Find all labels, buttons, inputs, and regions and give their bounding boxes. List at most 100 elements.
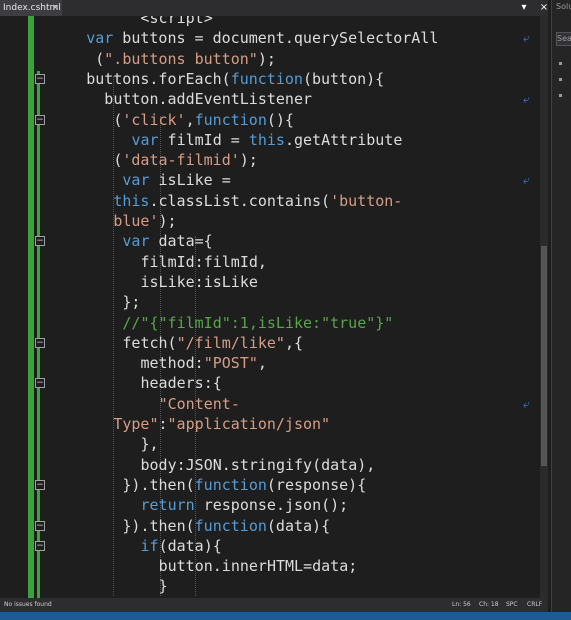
tab-index-cshtml[interactable]: Index.cshtml × <box>0 0 62 16</box>
code-token: headers:{ <box>140 374 222 393</box>
whitespace-indicator[interactable]: SPC <box>506 598 518 612</box>
code-line[interactable]: ('data-filmid'); <box>113 150 258 170</box>
keyword-token: var <box>122 232 150 251</box>
bottom-status-strip <box>0 612 571 620</box>
string-token: Type" <box>113 415 159 433</box>
tab-close-icon[interactable]: × <box>51 0 59 16</box>
code-line[interactable]: body:JSON.stringify(data), <box>141 455 376 475</box>
word-wrap-icon: ⤶ <box>523 396 530 411</box>
word-wrap-icon: ⤶ <box>523 31 530 46</box>
code-line[interactable]: if(data){ <box>141 536 222 556</box>
code-token: , <box>257 354 267 373</box>
solution-search-input[interactable]: Sear <box>556 32 571 46</box>
code-token: isLike:isLike <box>140 272 258 291</box>
tab-bar: Index.cshtml × ▾ × <box>0 0 548 16</box>
collapse-icon[interactable]: − <box>35 236 45 247</box>
word-wrap-icon: ⤶ <box>523 92 530 107</box>
code-token: body:JSON.stringify(data), <box>140 455 376 474</box>
tree-node[interactable] <box>559 94 562 97</box>
code-line[interactable]: var data={ <box>122 231 212 251</box>
solution-explorer-panel: Solu Sear <box>551 0 571 620</box>
keyword-token: this <box>113 191 150 210</box>
scrollbar-thumb[interactable] <box>541 246 547 466</box>
code-line[interactable]: Type":"application/json" <box>113 414 330 434</box>
code-line[interactable]: }).then(function(response){ <box>122 475 366 495</box>
code-token: }).then( <box>122 475 195 494</box>
collapse-icon[interactable]: − <box>35 114 45 125</box>
line-indicator: Ln: 56 <box>452 601 471 608</box>
issues-status[interactable]: No issues found <box>4 598 52 612</box>
code-line[interactable]: var isLike = <box>122 170 230 190</box>
code-token: ); <box>239 151 258 170</box>
keyword-token: if <box>140 536 159 555</box>
code-line[interactable]: var buttons = document.querySelectorAll <box>86 28 438 48</box>
keyword-token: this <box>248 130 285 149</box>
code-token: (){ <box>266 110 294 129</box>
code-token: } <box>158 577 168 596</box>
code-line[interactable]: button.addEventListener <box>104 89 312 109</box>
code-token: response.json(); <box>194 496 349 515</box>
collapse-icon[interactable]: − <box>35 73 45 84</box>
code-line[interactable]: isLike:isLike <box>141 272 258 292</box>
collapse-icon[interactable]: − <box>35 337 45 348</box>
code-line[interactable]: fetch("/film/like",{ <box>122 333 303 353</box>
code-line[interactable]: (".buttons button"); <box>95 49 276 69</box>
code-token: data={ <box>149 232 213 251</box>
change-tracking-bar <box>28 16 34 598</box>
code-token: ( <box>95 49 105 68</box>
code-line[interactable]: }; <box>122 292 140 312</box>
keyword-token: var <box>131 130 159 149</box>
code-line[interactable]: this.classList.contains('button- <box>113 191 402 211</box>
line-ending-indicator[interactable]: CRLF <box>527 598 542 612</box>
code-line[interactable]: "Content- <box>159 394 240 414</box>
code-token: filmId = <box>158 130 249 149</box>
code-token: }, <box>140 435 159 454</box>
code-line[interactable]: button.innerHTML=data; <box>159 556 358 576</box>
code-line[interactable]: //"{"filmId":1,isLike:"true"}" <box>122 313 393 333</box>
code-token: isLike = <box>149 171 231 190</box>
code-token: ,{ <box>284 333 304 352</box>
code-line[interactable]: }).then(function(data){ <box>122 516 330 536</box>
code-token: (data){ <box>158 536 222 555</box>
code-token: buttons = document.querySelectorAll <box>113 29 439 48</box>
code-line[interactable]: headers:{ <box>141 373 222 393</box>
code-line[interactable]: blue'); <box>113 211 176 231</box>
string-token: "Content- <box>158 394 240 413</box>
code-line[interactable]: ('click',function(){ <box>113 110 294 130</box>
panel-title: Solu <box>556 2 571 11</box>
collapse-icon[interactable]: − <box>35 479 45 490</box>
code-line[interactable]: <script> <box>141 16 213 28</box>
code-editor[interactable]: − − − − − − − − <script> var buttons = document.… <box>0 16 548 598</box>
code-line[interactable]: buttons.forEach(function(button){ <box>86 69 384 89</box>
code-token: (response){ <box>266 475 367 494</box>
string-token: ".buttons button" <box>104 49 258 68</box>
code-line[interactable]: }, <box>141 434 159 454</box>
vertical-scrollbar[interactable] <box>540 16 548 598</box>
string-token: "POST" <box>203 354 258 373</box>
code-line[interactable]: filmId:filmId, <box>141 252 267 272</box>
string-token: 'button- <box>330 191 403 210</box>
code-token: method: <box>140 354 204 373</box>
code-line[interactable]: method:"POST", <box>141 353 267 373</box>
code-line[interactable]: return response.json(); <box>141 495 349 515</box>
code-token: (button){ <box>302 69 385 88</box>
code-token: }).then( <box>122 516 195 535</box>
tree-node[interactable] <box>559 62 562 65</box>
collapse-icon[interactable]: − <box>35 520 45 531</box>
keyword-token: function <box>230 69 303 88</box>
tree-node[interactable] <box>559 78 562 81</box>
change-tracking-bar-secondary <box>37 71 40 598</box>
keyword-token: var <box>86 29 114 48</box>
code-line[interactable]: } <box>159 576 168 596</box>
code-token: .classList.contains( <box>149 191 331 210</box>
tab-list-dropdown-icon[interactable]: ▾ <box>516 0 532 16</box>
string-token: 'click' <box>122 110 186 129</box>
collapse-icon[interactable]: − <box>35 378 45 389</box>
code-line[interactable]: var filmId = this.getAttribute <box>131 130 402 150</box>
collapse-icon[interactable]: − <box>35 540 45 551</box>
code-token: buttons.forEach( <box>86 69 231 88</box>
code-token: ); <box>257 49 276 68</box>
close-editor-icon[interactable]: × <box>536 0 552 16</box>
line-number-gutter <box>0 16 28 598</box>
code-token: : <box>158 415 168 433</box>
